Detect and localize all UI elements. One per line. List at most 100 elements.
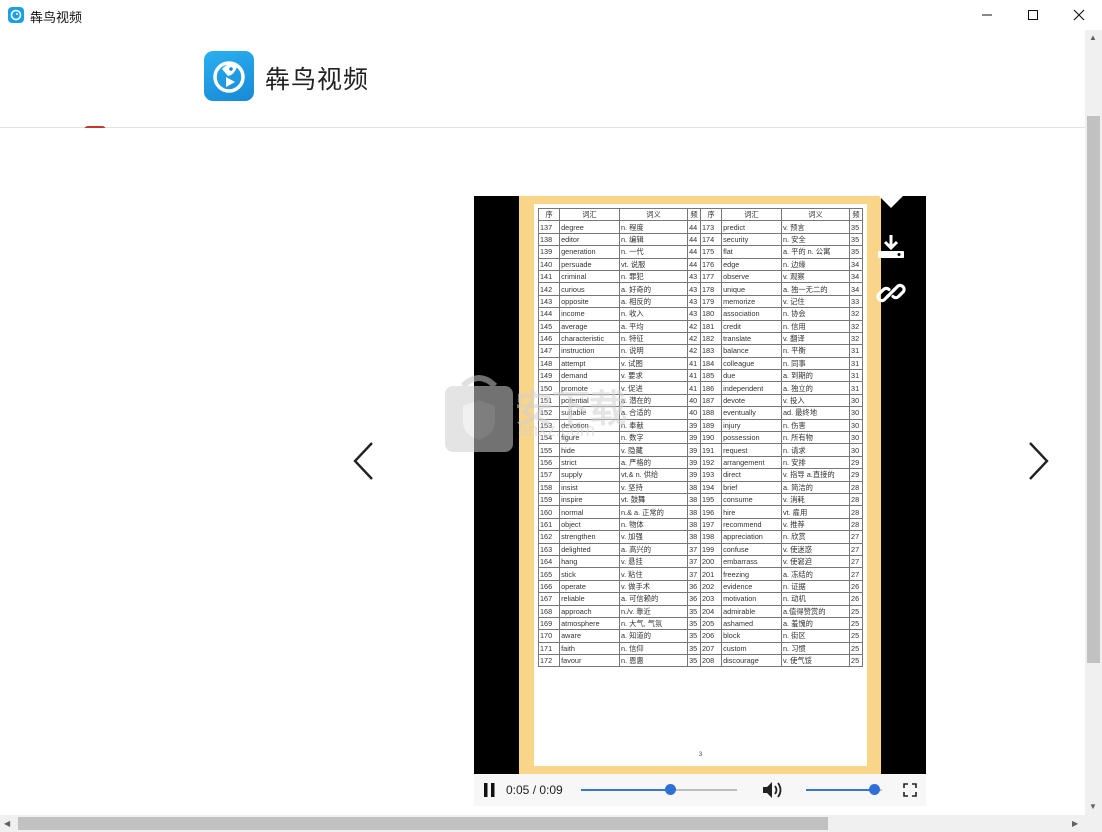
table-cell: average: [559, 319, 620, 333]
table-cell: 34: [849, 257, 863, 271]
chevron-left-icon[interactable]: [350, 440, 380, 482]
table-cell: favour: [559, 654, 620, 668]
video-player[interactable]: 序词汇 词义频序词汇 词义频 137 degree n. 程度 44 173 predict v…: [474, 196, 926, 774]
table-cell: block: [721, 629, 782, 643]
table-cell: 34: [849, 282, 863, 296]
table-cell: 39: [687, 443, 701, 457]
table-cell: 37: [687, 567, 701, 581]
horizontal-scroll-thumb[interactable]: [18, 817, 828, 830]
table-cell: v. 使气馁: [780, 654, 851, 668]
brand-name[interactable]: 犇鸟视频: [265, 60, 369, 96]
table-row: 167 reliable a. 可信赖的 36 203 motivation n. 动机 26: [537, 592, 863, 606]
table-row: 148 attempt v. 试图 41 184 colleague n. 同事 31: [537, 356, 863, 371]
table-cell: vt. 鼓舞: [618, 492, 689, 507]
table-cell: 42: [687, 331, 701, 346]
table-cell: 180: [699, 307, 723, 321]
table-row: 144 income n. 收入 43 180 association n. 协会 32: [537, 307, 863, 321]
table-cell: 43: [687, 307, 701, 321]
table-cell: n. 特征: [618, 331, 689, 346]
seek-handle[interactable]: [665, 784, 676, 795]
table-cell: 169: [537, 616, 561, 631]
table-cell: a.值得赞赏的: [780, 604, 851, 618]
chevron-right-icon[interactable]: [1022, 440, 1052, 482]
volume-handle[interactable]: [869, 784, 880, 795]
brand-logo[interactable]: [204, 51, 254, 101]
table-cell: 39: [687, 418, 701, 433]
volume-level: [806, 789, 874, 791]
table-cell: request: [721, 443, 782, 457]
table-cell: a. 独一无二的: [780, 282, 851, 296]
table-cell: 188: [699, 406, 723, 420]
pause-icon[interactable]: [483, 782, 497, 798]
table-cell: 191: [699, 443, 723, 457]
table-cell: 184: [699, 356, 723, 371]
table-cell: injury: [721, 418, 782, 433]
close-button[interactable]: [1056, 0, 1102, 30]
table-cell: n. 所有物: [780, 431, 851, 445]
table-cell: 205: [699, 616, 723, 631]
table-row: 159 inspire vt. 鼓舞 38 195 consume v. 消耗 28: [537, 492, 863, 507]
table-cell: 26: [849, 592, 863, 606]
maximize-button[interactable]: [1010, 0, 1056, 30]
table-cell: operate: [559, 579, 620, 594]
minimize-icon: [982, 14, 992, 16]
table-cell: v. 记住: [780, 294, 851, 309]
scrollbar-corner: [1085, 815, 1102, 832]
table-cell: 44: [687, 220, 701, 234]
table-cell: criminal: [559, 269, 620, 284]
table-cell: 159: [537, 492, 561, 507]
table-cell: 160: [537, 505, 561, 519]
volume-icon[interactable]: [762, 781, 784, 799]
table-cell: brief: [721, 480, 782, 495]
table-cell: delighted: [559, 542, 620, 556]
table-cell: evidence: [721, 579, 782, 594]
table-cell: 35: [687, 641, 701, 656]
table-cell: a. 可信赖的: [618, 592, 689, 606]
fullscreen-icon[interactable]: [903, 783, 917, 797]
table-cell: 157: [537, 468, 561, 482]
table-cell: 42: [687, 319, 701, 333]
link-icon[interactable]: [876, 278, 906, 308]
scroll-down-icon[interactable]: ▼: [1089, 802, 1097, 811]
table-cell: a. 羞愧的: [780, 616, 851, 631]
table-cell: 25: [849, 654, 863, 668]
scroll-left-icon[interactable]: ◀: [4, 819, 10, 828]
table-cell: 177: [699, 269, 723, 284]
table-row: 160 normal n.& a. 正常的 38 196 hire vt. 雇用 28: [537, 505, 863, 519]
table-header-cell: 序: [699, 207, 723, 222]
table-cell: unique: [721, 282, 782, 296]
table-cell: 203: [699, 592, 723, 606]
download-icon[interactable]: [876, 234, 906, 260]
table-cell: 193: [699, 468, 723, 482]
table-cell: 147: [537, 344, 561, 358]
table-cell: 172: [537, 654, 561, 668]
table-cell: v. 预言: [780, 220, 851, 234]
table-cell: observe: [721, 269, 782, 284]
table-cell: 25: [849, 641, 863, 656]
watermark: 安下载 anxz.com: [443, 372, 643, 462]
scroll-up-icon[interactable]: ▲: [1089, 33, 1097, 42]
table-cell: appreciation: [721, 530, 782, 544]
table-cell: predict: [721, 220, 782, 234]
table-cell: opposite: [559, 294, 620, 309]
table-cell: ad. 最终地: [780, 406, 851, 420]
table-cell: 204: [699, 604, 723, 618]
table-cell: n. 伤害: [780, 418, 851, 433]
table-cell: 40: [687, 406, 701, 420]
table-cell: association: [721, 307, 782, 321]
table-cell: 178: [699, 282, 723, 296]
scroll-right-icon[interactable]: ▶: [1072, 819, 1078, 828]
table-cell: 179: [699, 294, 723, 309]
table-cell: aware: [559, 629, 620, 643]
table-cell: 27: [849, 567, 863, 581]
table-row: 166 operate v. 做手术 36 202 evidence n. 证据 26: [537, 579, 863, 594]
vertical-scroll-thumb[interactable]: [1087, 116, 1100, 663]
table-cell: 164: [537, 554, 561, 569]
table-cell: 25: [849, 616, 863, 631]
corner-indicator: [879, 196, 903, 208]
table-cell: 162: [537, 530, 561, 544]
minimize-button[interactable]: [964, 0, 1010, 30]
table-cell: n. 安排: [780, 455, 851, 470]
table-cell: v. 推荐: [780, 517, 851, 532]
table-cell: 32: [849, 319, 863, 333]
